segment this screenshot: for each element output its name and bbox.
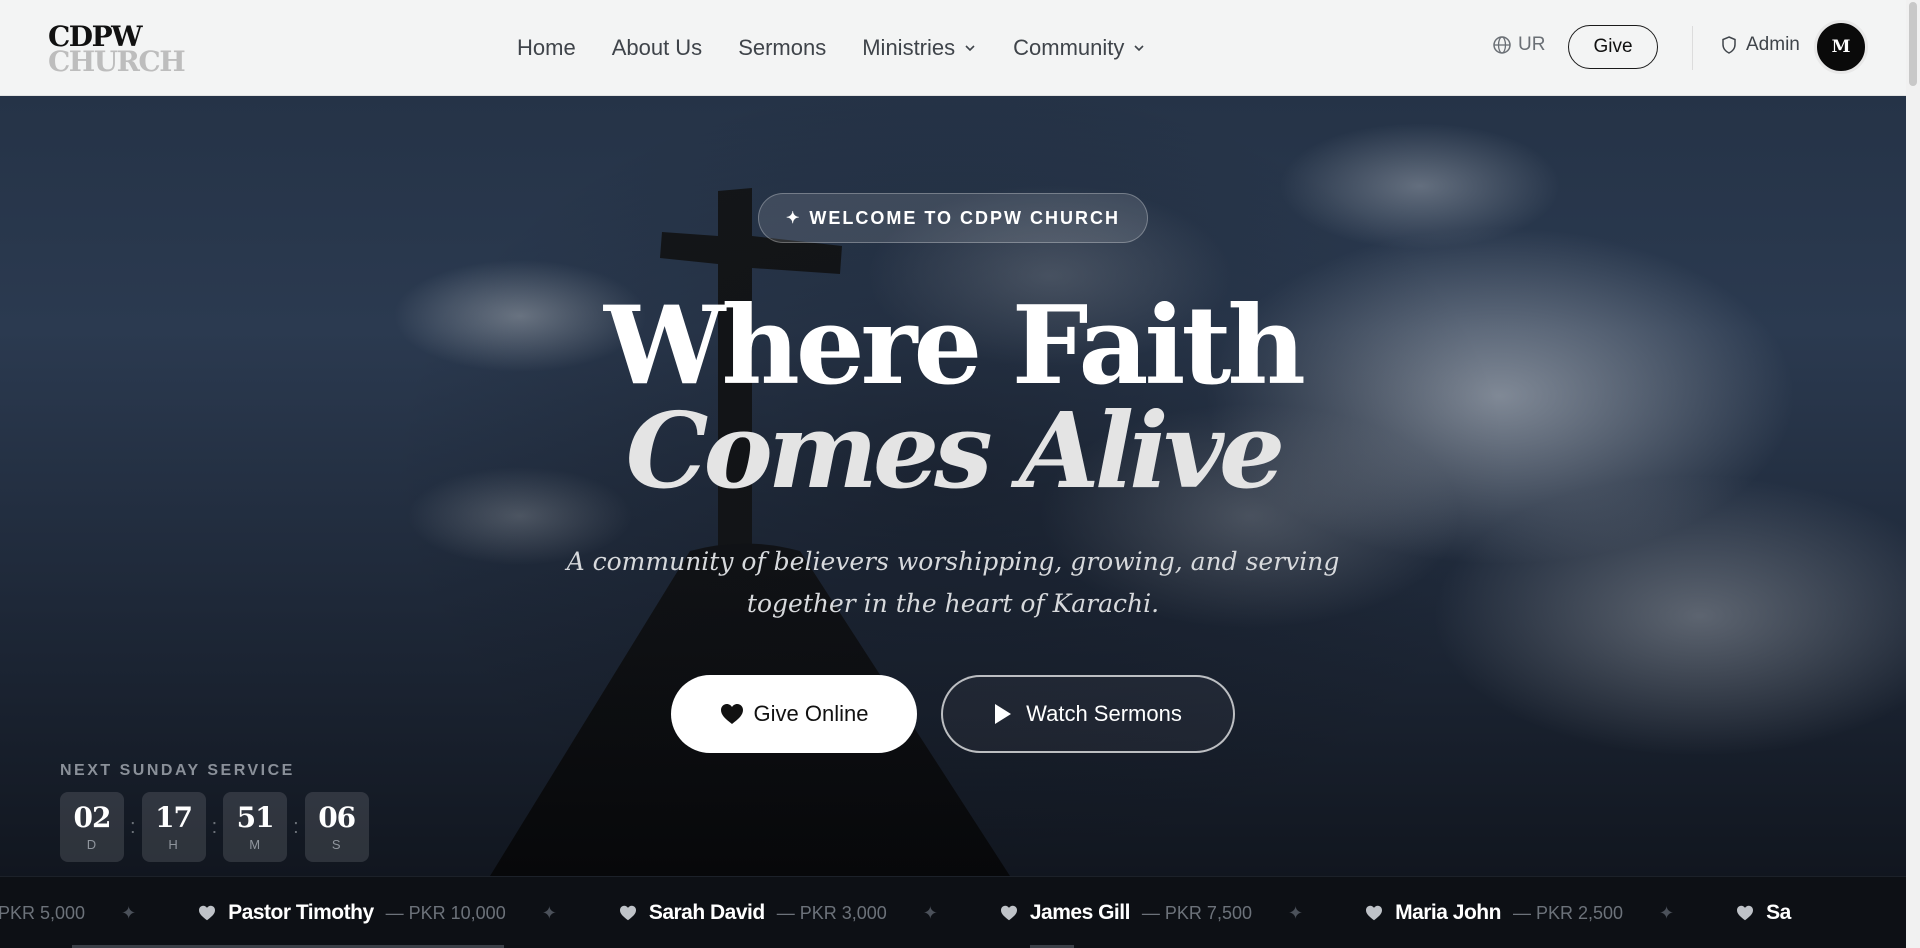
admin-link[interactable]: Admin bbox=[1720, 34, 1800, 56]
countdown-seconds-value: 06 bbox=[318, 800, 356, 834]
star-separator-icon: ✦ bbox=[922, 902, 938, 923]
welcome-badge-text: WELCOME TO CDPW CHURCH bbox=[809, 207, 1121, 228]
admin-label: Admin bbox=[1746, 34, 1800, 55]
nav-sermons-label: Sermons bbox=[738, 35, 827, 60]
watch-sermons-label: Watch Sermons bbox=[1026, 701, 1182, 726]
top-navbar: CDPW CHURCH Home About Us Sermons Minist… bbox=[0, 0, 1906, 96]
church-logo[interactable]: CDPW CHURCH bbox=[48, 22, 188, 78]
ticker-item-amount: — PKR 2,500 bbox=[1512, 902, 1623, 923]
hero-title-line2: Comes Alive bbox=[625, 389, 1285, 512]
ticker-item: Sarah David — PKR 3,000 ✦ bbox=[619, 901, 938, 925]
countdown-seconds-unit: S bbox=[331, 836, 342, 852]
nav-about-us[interactable]: About Us bbox=[612, 35, 703, 61]
hero-subtitle: A community of believers worshipping, gr… bbox=[566, 547, 1340, 618]
sparkle-icon: ✦ bbox=[785, 210, 802, 227]
countdown-label: NEXT SUNDAY SERVICE bbox=[60, 762, 295, 779]
countdown-seconds: 06 S bbox=[304, 792, 369, 862]
give-online-label: Give Online bbox=[753, 701, 869, 726]
countdown-days-unit: D bbox=[86, 836, 98, 852]
scrollbar-thumb[interactable] bbox=[1909, 2, 1917, 86]
countdown-minutes: 51 M bbox=[223, 792, 288, 862]
ticker-item: Pastor Timothy — PKR 10,000 ✦ bbox=[198, 901, 557, 925]
globe-icon bbox=[1493, 36, 1511, 54]
countdown-days-value: 02 bbox=[73, 800, 112, 834]
nav-community-label: Community bbox=[1013, 35, 1125, 60]
ticker-item-name: Sarah David bbox=[648, 901, 765, 924]
countdown-hours-unit: H bbox=[168, 836, 179, 852]
language-label: UR bbox=[1518, 34, 1546, 55]
ticker-item-name: Maria John bbox=[1395, 901, 1501, 924]
language-switcher[interactable]: UR bbox=[1492, 34, 1545, 56]
nav-home[interactable]: Home bbox=[517, 35, 576, 61]
countdown-minutes-value: 51 bbox=[236, 800, 275, 834]
heart-icon bbox=[1000, 905, 1017, 921]
play-icon bbox=[995, 704, 1012, 724]
countdown-days: 02 D bbox=[60, 792, 124, 862]
star-separator-icon: ✦ bbox=[121, 902, 137, 923]
star-separator-icon: ✦ bbox=[1287, 902, 1304, 923]
countdown-hours-value: 17 bbox=[155, 800, 193, 834]
ticker-item-amount: — PKR 7,500 bbox=[1141, 902, 1252, 923]
heart-icon bbox=[720, 704, 743, 724]
chevron-down-icon bbox=[965, 45, 975, 52]
star-separator-icon: ✦ bbox=[1659, 902, 1675, 923]
hero-section: ✦ WELCOME TO CDPW CHURCH Where Faith Com… bbox=[0, 96, 1906, 876]
countdown-hours: 17 H bbox=[141, 792, 206, 862]
nav-community-dropdown[interactable]: Community bbox=[1013, 35, 1146, 61]
heart-icon bbox=[619, 905, 636, 921]
heart-icon bbox=[1737, 905, 1754, 921]
watch-sermons-button[interactable]: Watch Sermons bbox=[941, 675, 1235, 753]
ticker-item: PKR 5,000 ✦ bbox=[0, 903, 136, 924]
countdown-separator: : bbox=[211, 815, 218, 838]
give-button[interactable]: Give bbox=[1568, 25, 1658, 69]
heart-icon bbox=[199, 905, 216, 921]
ticker-item-amount: — PKR 10,000 bbox=[385, 902, 506, 923]
welcome-badge: ✦ WELCOME TO CDPW CHURCH bbox=[758, 193, 1148, 243]
countdown-minutes-unit: M bbox=[249, 836, 262, 852]
ticker-item-amount: — PKR 3,000 bbox=[776, 902, 887, 923]
give-online-button[interactable]: Give Online bbox=[671, 675, 917, 753]
countdown-separator: : bbox=[293, 815, 299, 838]
hero-title-line1: Where Faith bbox=[604, 283, 1306, 409]
ticker-item-name: Sa bbox=[1766, 901, 1791, 924]
star-separator-icon: ✦ bbox=[541, 902, 557, 923]
chevron-down-icon bbox=[1134, 45, 1144, 52]
user-avatar[interactable]: M bbox=[1814, 20, 1868, 74]
ticker-item-name: James Gill bbox=[1029, 901, 1131, 924]
logo-line2: CHURCH bbox=[48, 45, 186, 78]
ticker-item: Maria John — PKR 2,500 ✦ bbox=[1365, 901, 1674, 925]
nav-ministries-dropdown[interactable]: Ministries bbox=[862, 35, 977, 61]
ticker-item-amount: PKR 5,000 bbox=[0, 902, 86, 923]
nav-sermons[interactable]: Sermons bbox=[738, 35, 826, 61]
service-countdown: 02 D : 17 H : 51 M : 06 S bbox=[60, 792, 369, 862]
nav-ministries-label: Ministries bbox=[862, 35, 956, 60]
nav-home-label: Home bbox=[517, 35, 576, 60]
nav-about-label: About Us bbox=[611, 35, 703, 60]
page-scrollbar[interactable] bbox=[1906, 0, 1920, 948]
nav-divider bbox=[1692, 26, 1693, 70]
ticker-track: PKR 5,000 ✦ Pastor Timothy — PKR 10,000 … bbox=[0, 877, 1813, 948]
shield-icon bbox=[1722, 36, 1736, 54]
heart-icon bbox=[1366, 905, 1383, 921]
main-nav: Home About Us Sermons Ministries Communi… bbox=[517, 0, 1182, 96]
donation-ticker: PKR 5,000 ✦ Pastor Timothy — PKR 10,000 … bbox=[0, 876, 1906, 948]
ticker-item-name: Pastor Timothy bbox=[228, 901, 374, 924]
ticker-item: James Gill — PKR 7,500 ✦ bbox=[1000, 901, 1303, 925]
countdown-separator: : bbox=[130, 815, 136, 838]
ticker-item: Sa bbox=[1736, 901, 1791, 925]
